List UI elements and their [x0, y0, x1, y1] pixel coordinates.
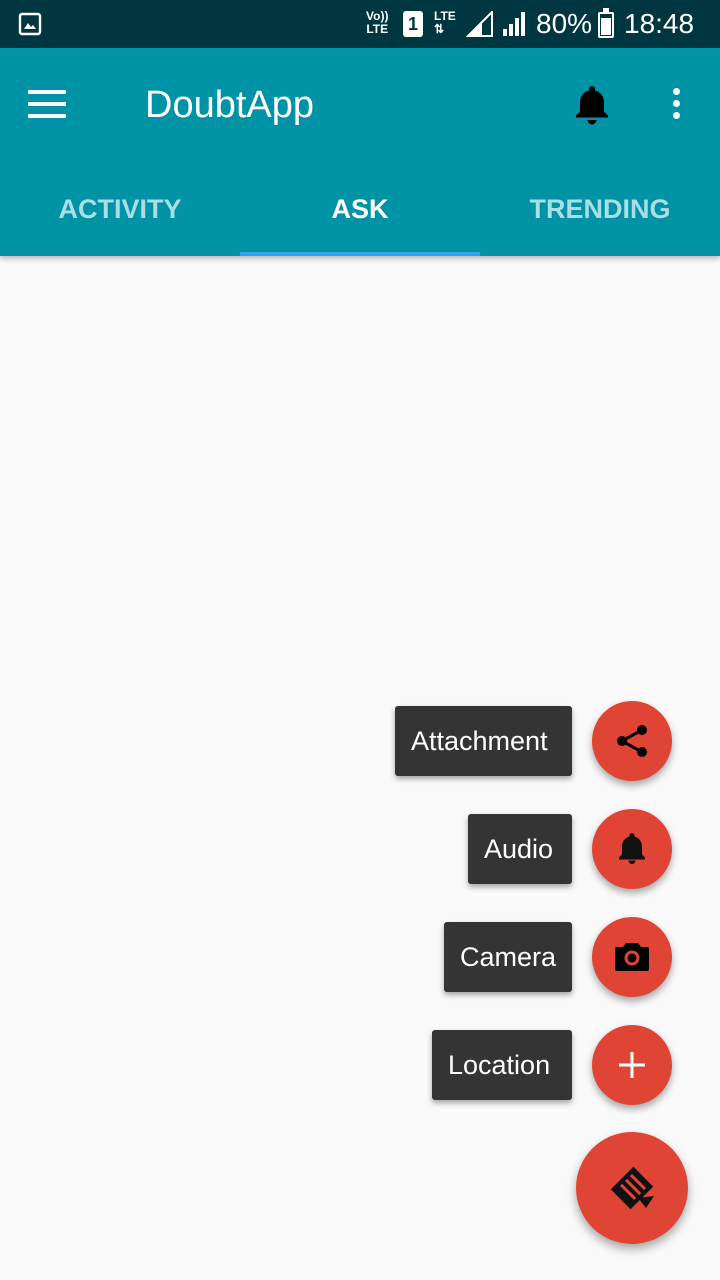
- fab-item-camera: Camera: [0, 917, 720, 997]
- battery-percentage: 80%: [536, 8, 593, 39]
- menu-icon[interactable]: [28, 90, 66, 118]
- fab-main-button[interactable]: [576, 1132, 688, 1244]
- clock: 18:48: [624, 8, 695, 39]
- app-bar: DoubtApp ACTIVITY ASK TRENDING: [0, 48, 720, 256]
- fab-item-attachment: Attachment: [0, 701, 720, 781]
- lte-data-indicator: LTE ⇅: [434, 10, 456, 36]
- share-icon: [617, 725, 647, 757]
- tab-activity[interactable]: ACTIVITY: [0, 160, 240, 256]
- fab-item-audio: Audio: [0, 809, 720, 889]
- data-arrows-icon: ⇅: [434, 22, 445, 36]
- fab-label-location[interactable]: Location: [432, 1030, 572, 1100]
- sim-slot-badge: 1: [403, 11, 423, 37]
- fab-label-camera[interactable]: Camera: [444, 922, 572, 992]
- battery-icon: [598, 8, 614, 38]
- tab-trending[interactable]: TRENDING: [480, 160, 720, 256]
- tab-indicator: [240, 252, 480, 256]
- more-options-icon[interactable]: [660, 84, 692, 124]
- camera-icon: [615, 943, 649, 971]
- tab-bar: ACTIVITY ASK TRENDING: [0, 160, 720, 256]
- fab-location-button[interactable]: [592, 1025, 672, 1105]
- fab-label-audio[interactable]: Audio: [468, 814, 572, 884]
- status-bar: Vo)) LTE 1 LTE ⇅ 80% 18:48: [0, 0, 720, 48]
- app-title: DoubtApp: [145, 84, 315, 126]
- volte-lte-text: LTE: [366, 22, 389, 36]
- tab-ask[interactable]: ASK: [240, 160, 480, 256]
- plus-icon: [619, 1052, 645, 1078]
- signal-sim1-icon: [466, 11, 493, 37]
- signal-sim2-icon: [503, 12, 525, 36]
- fab-item-location: Location: [0, 1025, 720, 1105]
- fab-camera-button[interactable]: [592, 917, 672, 997]
- bell-icon: [619, 833, 645, 864]
- fab-audio-button[interactable]: [592, 809, 672, 889]
- fab-attachment-button[interactable]: [592, 701, 672, 781]
- notifications-bell-icon[interactable]: [574, 84, 610, 126]
- fab-label-attachment[interactable]: Attachment: [395, 706, 572, 776]
- volte-indicator: Vo)) LTE: [366, 10, 388, 36]
- gallery-notification-icon: [18, 12, 42, 36]
- edit-icon: [610, 1166, 654, 1210]
